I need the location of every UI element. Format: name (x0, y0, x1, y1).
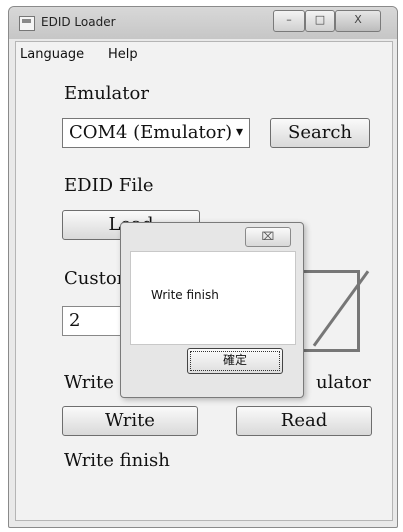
search-button[interactable]: Search (270, 118, 370, 148)
menu-language[interactable]: Language (20, 47, 84, 62)
read-button[interactable]: Read (236, 406, 372, 436)
status-text: Write finish (64, 450, 170, 471)
edid-preview-graphic (298, 270, 370, 352)
emulator-select[interactable]: COM4 (Emulator) ▾ (62, 118, 250, 148)
menu-help[interactable]: Help (108, 47, 138, 62)
write-button[interactable]: Write (62, 406, 198, 436)
maximize-button[interactable]: □ (305, 10, 335, 32)
custom-value-text: 2 (69, 310, 81, 331)
minimize-button[interactable]: – (273, 10, 305, 32)
close-button[interactable]: X (335, 10, 381, 32)
menu-bar: Language Help (16, 42, 392, 66)
title-bar[interactable]: EDID Loader – □ X (9, 7, 397, 39)
chevron-down-icon: ▾ (235, 124, 243, 140)
emulator-select-value: COM4 (Emulator) (69, 122, 233, 143)
emulator-label: Emulator (64, 83, 149, 104)
read-emulator-label: ulator (316, 372, 371, 393)
preview-diagonal (312, 270, 370, 347)
dialog-body: Write finish (130, 251, 296, 345)
ok-button[interactable]: 確定 (187, 348, 283, 374)
message-dialog: ⌧ Write finish 確定 (120, 222, 304, 398)
dialog-message: Write finish (151, 288, 219, 302)
edid-file-label: EDID File (64, 175, 154, 196)
app-icon (19, 16, 35, 31)
window-title: EDID Loader (41, 15, 116, 29)
dialog-close-button[interactable]: ⌧ (245, 227, 291, 247)
